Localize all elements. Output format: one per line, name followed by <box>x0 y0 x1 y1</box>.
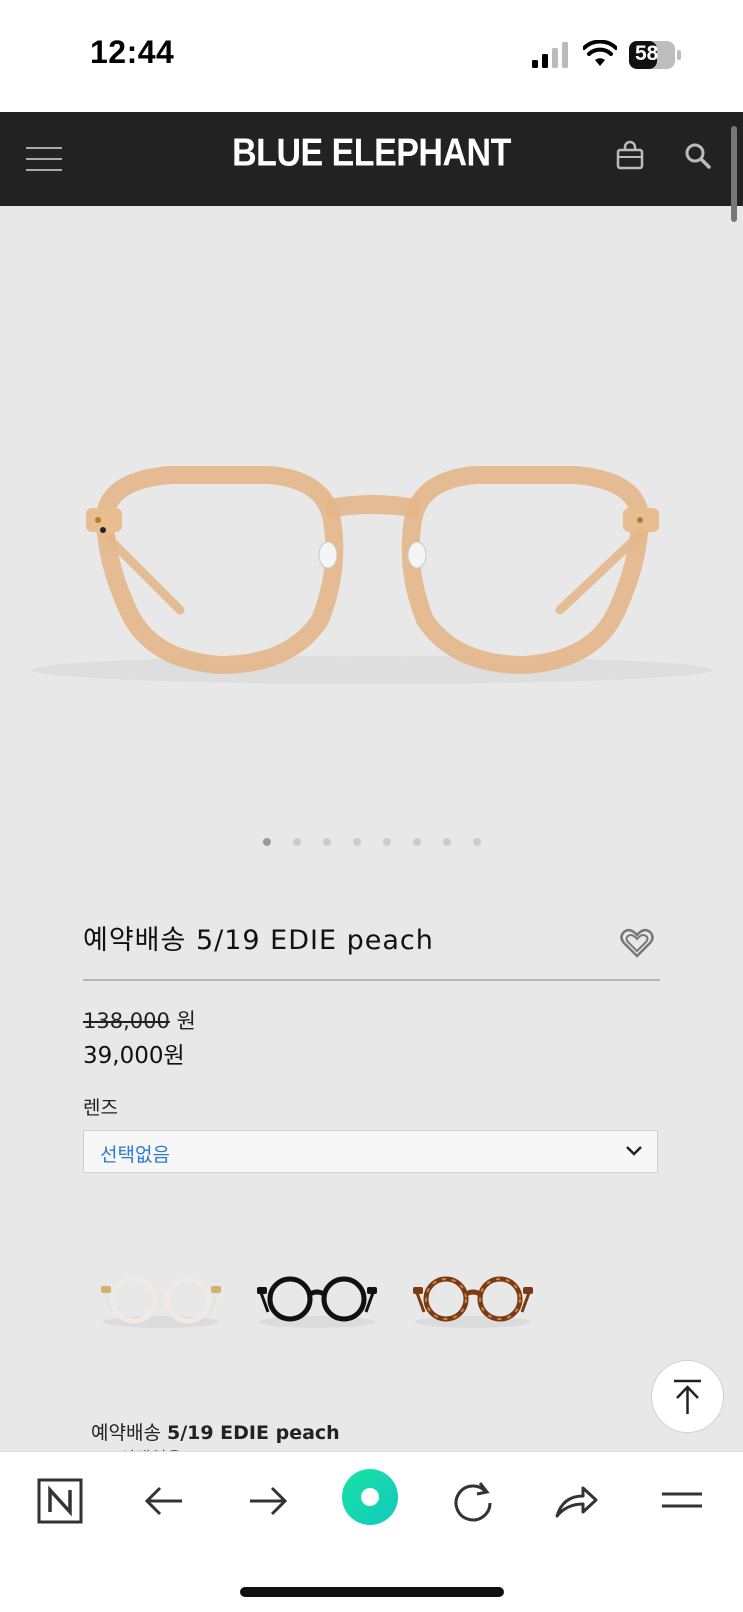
product-image[interactable] <box>20 420 725 710</box>
green-dot-icon[interactable] <box>341 1468 399 1526</box>
carousel-dot[interactable] <box>352 838 361 846</box>
heart-icon[interactable] <box>620 928 654 958</box>
home-indicator[interactable] <box>240 1587 504 1597</box>
scroll-top-button[interactable] <box>651 1360 724 1433</box>
battery-level: 58 <box>635 42 659 65</box>
back-arrow-icon[interactable] <box>142 1478 188 1524</box>
battery-icon: 58 <box>628 40 682 70</box>
carousel-dot[interactable] <box>292 838 301 846</box>
bag-icon[interactable] <box>614 140 646 172</box>
wifi-icon <box>583 40 617 66</box>
status-time: 12:44 <box>90 34 175 70</box>
title-divider <box>83 979 660 981</box>
original-price-amount: 138,000 <box>83 1009 170 1033</box>
sale-price: 39,000원 <box>83 1043 185 1069</box>
carousel-dots <box>0 838 743 846</box>
signal-icon <box>532 42 568 68</box>
arrow-up-icon <box>674 1379 701 1414</box>
carousel-dot[interactable] <box>472 838 481 846</box>
variant-black[interactable] <box>252 1262 382 1332</box>
chevron-down-icon <box>626 1146 642 1156</box>
search-icon[interactable] <box>682 140 714 172</box>
selected-summary: 예약배송 5/19 EDIE peach <box>91 1418 340 1445</box>
carousel-dot[interactable] <box>322 838 331 846</box>
naver-icon[interactable] <box>37 1478 83 1524</box>
selected-summary-name: 5/19 EDIE peach <box>166 1422 340 1444</box>
carousel-dot[interactable] <box>382 838 391 846</box>
original-price-unit: 원 <box>176 1009 196 1033</box>
scrollbar[interactable] <box>731 126 737 222</box>
reload-icon[interactable] <box>450 1478 496 1524</box>
lens-label: 렌즈 <box>83 1097 118 1119</box>
carousel-dot[interactable] <box>412 838 421 846</box>
original-price: 138,000 원 <box>83 1005 196 1035</box>
carousel-dot[interactable] <box>262 838 271 846</box>
selected-summary-prefix: 예약배송 <box>91 1422 161 1444</box>
lens-select[interactable]: 선택없음 <box>83 1130 658 1173</box>
variant-tortoise[interactable] <box>408 1262 538 1332</box>
variant-clear[interactable] <box>96 1262 226 1332</box>
menu-lines-icon[interactable] <box>659 1478 705 1524</box>
product-title: 예약배송 5/19 EDIE peach <box>83 925 434 956</box>
forward-arrow-icon[interactable] <box>244 1478 290 1524</box>
share-icon[interactable] <box>553 1478 599 1524</box>
lens-select-value: 선택없음 <box>100 1144 170 1166</box>
carousel-dot[interactable] <box>442 838 451 846</box>
